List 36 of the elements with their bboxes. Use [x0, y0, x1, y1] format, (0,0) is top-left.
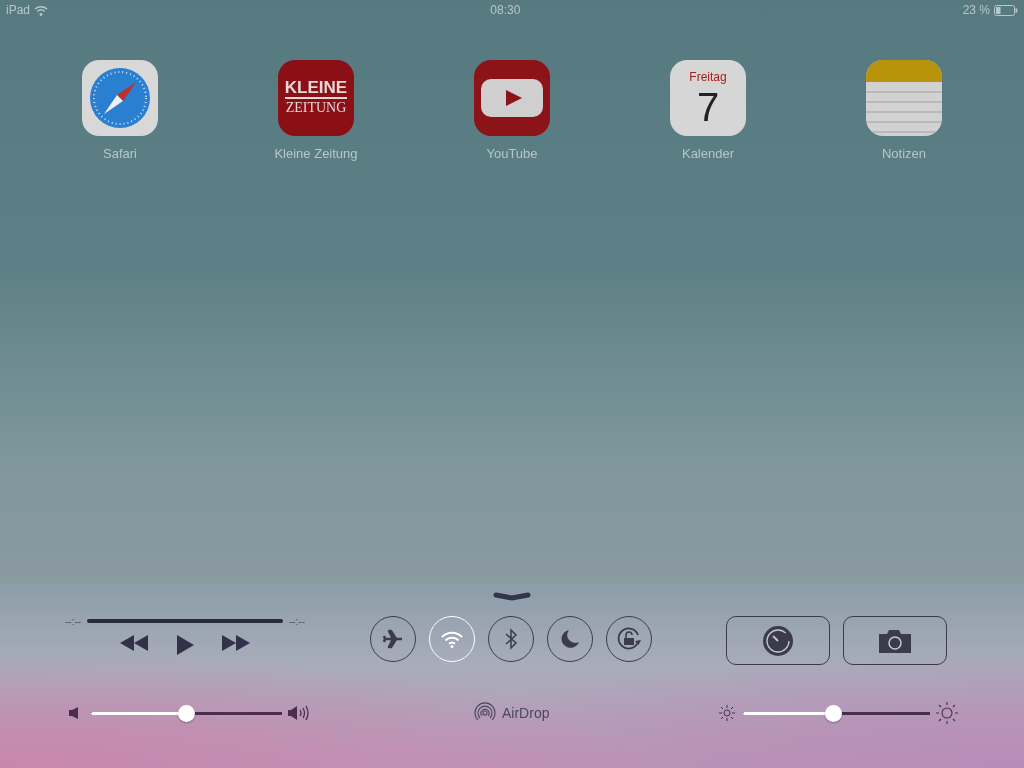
wifi-icon — [441, 630, 463, 648]
app-label[interactable]: Notizen — [881, 144, 927, 164]
calendar-icon[interactable]: Freitag 7 — [670, 60, 746, 136]
brightness-low-icon — [719, 705, 736, 721]
app-label[interactable]: Kleine Zeitung — [274, 144, 358, 164]
play-button[interactable] — [176, 635, 194, 655]
elapsed-time: --:-- — [65, 614, 82, 629]
wifi-icon — [34, 4, 49, 16]
speaker-high-icon — [288, 705, 310, 721]
airdrop-button[interactable]: AirDrop — [474, 702, 550, 724]
play-icon[interactable] — [474, 60, 550, 136]
battery-percent: 23 % — [962, 2, 990, 19]
rotation-lock-icon — [616, 626, 642, 652]
brightness-high-icon — [936, 702, 959, 724]
speaker-low-icon — [69, 707, 79, 719]
airplane-icon — [382, 628, 404, 650]
moon-icon — [560, 629, 580, 649]
progress-track[interactable] — [87, 619, 283, 623]
camera-icon — [879, 628, 911, 653]
app-label[interactable]: Safari — [103, 144, 137, 164]
clock: 08:30 — [490, 3, 521, 17]
compass-icon[interactable] — [82, 60, 158, 136]
slider-thumb[interactable] — [825, 704, 843, 722]
notepad-icon[interactable] — [866, 60, 942, 136]
device-name: iPad — [6, 2, 31, 19]
app-label[interactable]: Kalender — [681, 144, 734, 164]
slider-thumb[interactable] — [178, 704, 195, 722]
bluetooth-icon — [504, 628, 518, 650]
remaining-time: --:-- — [288, 614, 305, 629]
timer-icon — [762, 624, 794, 657]
battery-icon — [994, 4, 1018, 16]
chevron-down-icon[interactable] — [493, 592, 531, 602]
newspaper-logo[interactable]: KLEINE ZEITUNG — [278, 60, 354, 136]
app-label[interactable]: YouTube — [486, 144, 538, 164]
camera-button[interactable] — [843, 616, 947, 665]
timer-button[interactable] — [726, 616, 830, 665]
